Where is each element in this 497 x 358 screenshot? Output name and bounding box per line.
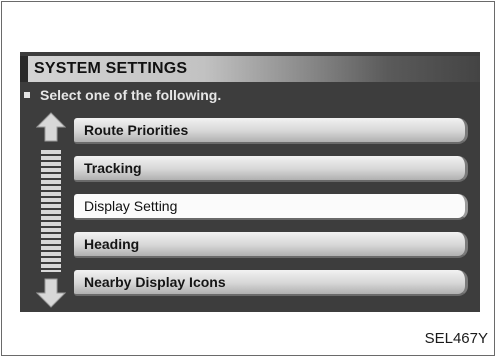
title-edge	[20, 56, 28, 82]
figure-frame: SYSTEM SETTINGS Select one of the follow…	[1, 1, 495, 356]
menu-item-tracking[interactable]: Tracking	[74, 156, 468, 182]
title-bar: SYSTEM SETTINGS	[20, 56, 480, 82]
arrow-down-icon[interactable]	[36, 278, 66, 308]
instruction-text: Select one of the following.	[40, 87, 222, 103]
figure-code: SEL467Y	[424, 330, 488, 347]
menu-item-nearby-display-icons[interactable]: Nearby Display Icons	[74, 270, 468, 296]
menu-item-heading[interactable]: Heading	[74, 232, 468, 258]
screen-title: SYSTEM SETTINGS	[34, 60, 188, 77]
instruction-line: Select one of the following.	[24, 86, 221, 104]
bullet-icon	[24, 92, 30, 98]
scroll-track[interactable]	[41, 150, 61, 272]
menu-item-display-setting[interactable]: Display Setting	[74, 194, 468, 220]
scrollbar[interactable]	[34, 112, 68, 308]
menu-item-route-priorities[interactable]: Route Priorities	[74, 118, 468, 144]
display-screen: SYSTEM SETTINGS Select one of the follow…	[20, 52, 480, 312]
arrow-up-icon[interactable]	[36, 112, 66, 142]
